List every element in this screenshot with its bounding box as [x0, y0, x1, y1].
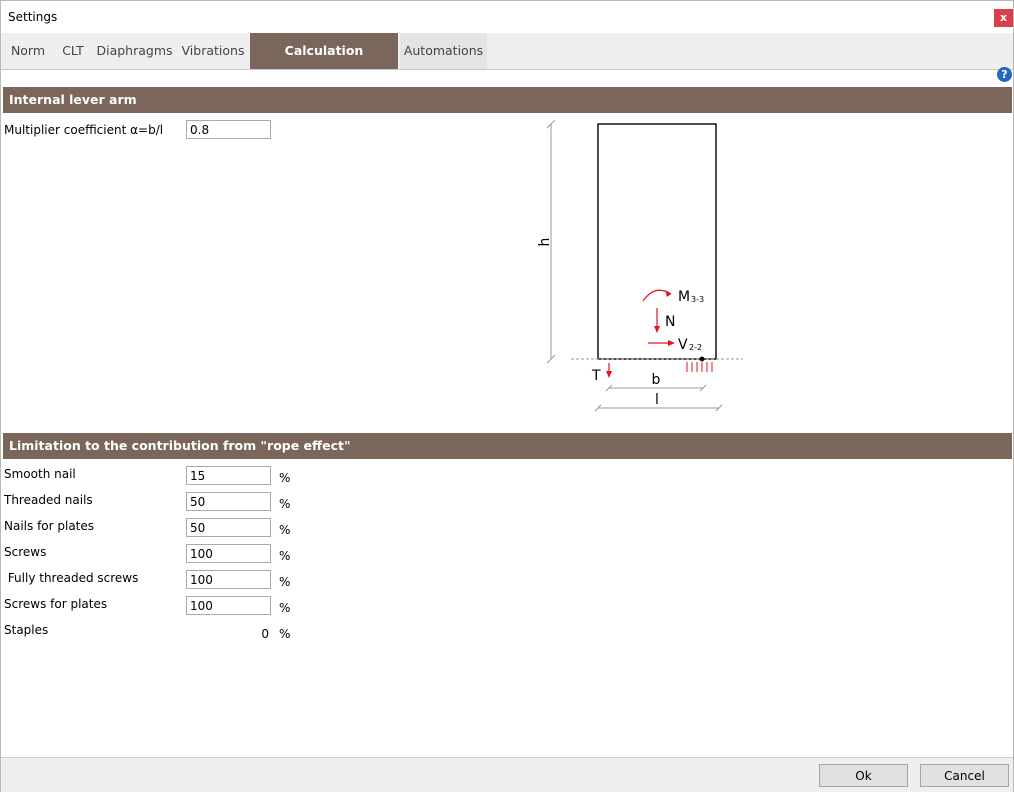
staples-value: 0: [261, 627, 269, 641]
nails-for-plates-label: Nails for plates: [4, 519, 95, 533]
tab-diaphragms[interactable]: Diaphragms: [94, 33, 175, 69]
nails-for-plates-input[interactable]: 50: [186, 518, 271, 537]
title-bar: Settings x: [1, 1, 1013, 33]
tab-clt[interactable]: CLT: [54, 33, 92, 69]
screws-for-plates-label: Screws for plates: [4, 597, 108, 611]
fully-threaded-screws-label: Fully threaded screws: [4, 571, 139, 585]
multiplier-label: Multiplier coefficient α=b/l: [4, 123, 164, 137]
section-header-internal-lever-arm: Internal lever arm: [3, 87, 1012, 113]
threaded-nails-label: Threaded nails: [4, 493, 93, 507]
threaded-nails-unit: %: [279, 497, 291, 511]
tab-norm[interactable]: Norm: [4, 33, 52, 69]
smooth-nail-unit: %: [279, 471, 291, 485]
diagram-m-subscript: 3-3: [691, 295, 704, 304]
dialog-footer: Ok Cancel: [1, 757, 1013, 792]
tab-vibrations[interactable]: Vibrations: [178, 33, 248, 69]
diagram-m-label: M: [678, 289, 690, 305]
diagram-l-label: l: [655, 392, 659, 408]
ok-button[interactable]: Ok: [819, 764, 908, 787]
multiplier-input[interactable]: 0.8: [186, 120, 271, 139]
smooth-nail-input[interactable]: 15: [186, 466, 271, 485]
cancel-button[interactable]: Cancel: [920, 764, 1009, 787]
help-icon[interactable]: ?: [997, 67, 1012, 82]
screws-for-plates-input[interactable]: 100: [186, 596, 271, 615]
diagram-v-subscript: 2-2: [689, 343, 702, 352]
screws-input[interactable]: 100: [186, 544, 271, 563]
staples-label: Staples: [4, 623, 49, 637]
diagram-b-label: b: [652, 372, 661, 388]
window-title: Settings: [8, 10, 58, 24]
settings-window: Settings x Norm CLT Diaphragms Vibration…: [0, 0, 1014, 792]
threaded-nails-input[interactable]: 50: [186, 492, 271, 511]
smooth-nail-label: Smooth nail: [4, 467, 76, 481]
section-header-rope-effect: Limitation to the contribution from "rop…: [3, 433, 1012, 459]
tab-bar: Norm CLT Diaphragms Vibrations Calculati…: [1, 33, 1013, 94]
diagram-t-label: T: [591, 368, 601, 384]
nails-for-plates-unit: %: [279, 523, 291, 537]
screws-label: Screws: [4, 545, 47, 559]
close-button[interactable]: x: [994, 9, 1013, 27]
staples-unit: %: [279, 627, 291, 641]
screws-unit: %: [279, 549, 291, 563]
tab-calculation-parameters[interactable]: Calculation parameters: [250, 33, 398, 94]
lever-arm-diagram: h M 3-3 N V 2-2 T b l: [537, 119, 743, 412]
screws-for-plates-unit: %: [279, 601, 291, 615]
tab-automations[interactable]: Automations: [400, 33, 487, 69]
diagram-n-label: N: [665, 314, 675, 330]
diagram-v-label: V: [678, 337, 688, 353]
support-hatch-icon: [686, 362, 713, 372]
fully-threaded-screws-unit: %: [279, 575, 291, 589]
diagram-h-label: h: [537, 238, 553, 247]
fully-threaded-screws-input[interactable]: 100: [186, 570, 271, 589]
pivot-point: [699, 356, 705, 362]
